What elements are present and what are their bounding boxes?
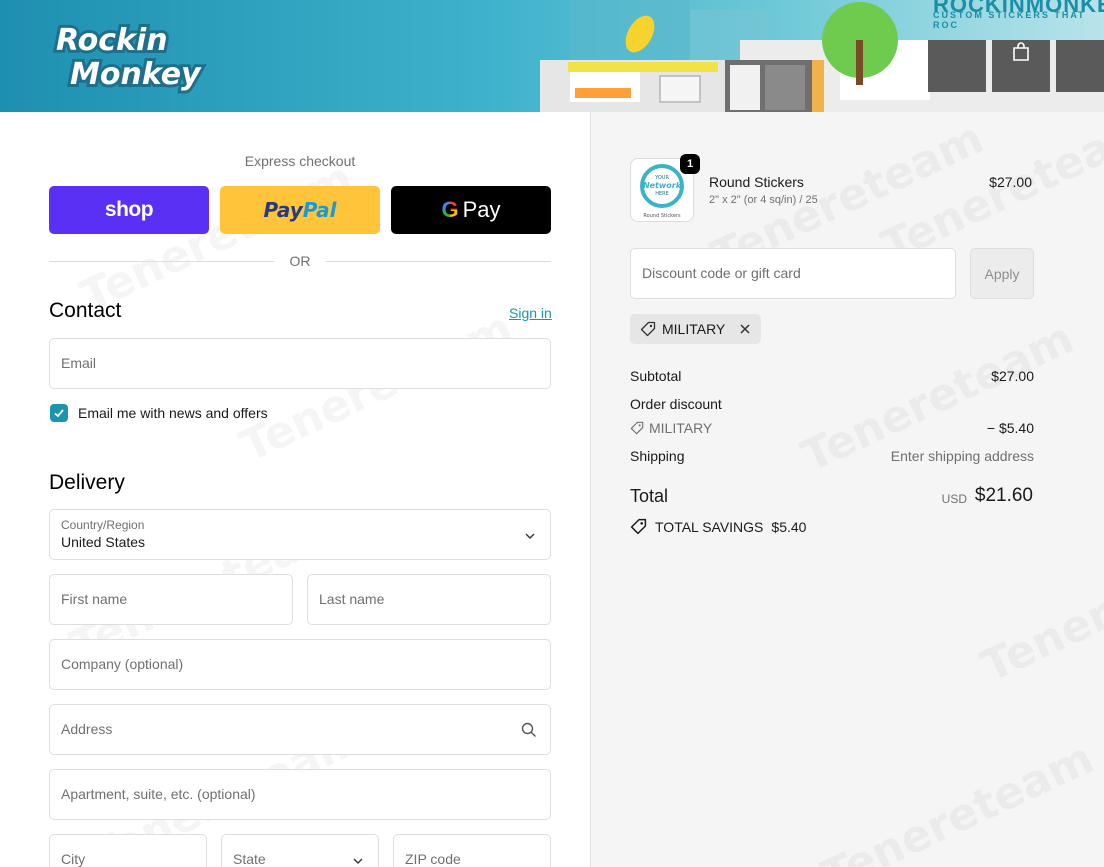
paypal-button[interactable]: PayPal (220, 186, 380, 234)
express-checkout-title: Express checkout (244, 153, 356, 169)
savings-tag-icon (630, 518, 647, 535)
first-name-placeholder: First name (61, 591, 128, 607)
company-field[interactable]: Company (optional) (49, 639, 551, 690)
rockin-monkey-logo[interactable]: Rockin Monkey (48, 12, 218, 94)
chevron-down-icon (525, 533, 535, 539)
sign-in-link[interactable]: Sign in (509, 305, 552, 321)
email-field[interactable]: Email (49, 338, 551, 389)
checkmark-icon (54, 409, 64, 418)
checkout-form: Tenereteam Tenereteam Tenereteam Teneret… (0, 112, 590, 867)
product-name: Round Stickers (709, 174, 804, 190)
subtotal-value: $27.00 (991, 368, 1034, 384)
search-icon[interactable] (521, 722, 537, 738)
state-placeholder: State (233, 851, 266, 867)
city-placeholder: City (61, 851, 86, 867)
product-variant: 2" x 2" (or 4 sq/in) / 25 (709, 194, 818, 206)
tag-icon (640, 321, 656, 337)
discount-code-field[interactable]: Discount code or gift card (630, 248, 956, 299)
shipping-value: Enter shipping address (890, 448, 1034, 464)
subtotal-row: Subtotal $27.00 (630, 368, 1034, 384)
order-discount-row: Order discount (630, 396, 1034, 412)
google-pay-logo: G Pay (441, 197, 501, 222)
contact-heading: Contact (49, 299, 122, 322)
email-placeholder: Email (61, 355, 97, 371)
last-name-field[interactable]: Last name (307, 574, 551, 625)
total-currency: USD (941, 492, 967, 506)
first-name-field[interactable]: First name (49, 574, 293, 625)
divider-right (325, 261, 551, 262)
google-pay-button[interactable]: G Pay (391, 186, 551, 234)
city-field[interactable]: City (49, 834, 207, 867)
savings-label: TOTAL SAVINGS (655, 518, 764, 535)
order-discount-label: Order discount (630, 396, 722, 412)
discount-code-tag: MILITARY (630, 420, 712, 436)
address-placeholder: Address (61, 721, 113, 737)
country-label: Country/Region (61, 518, 145, 532)
or-divider-label: OR (289, 253, 311, 269)
address-field[interactable]: Address (49, 704, 551, 755)
savings-value: $5.40 (771, 518, 807, 535)
total-savings: TOTAL SAVINGS $5.40 (630, 518, 806, 535)
svg-text:Monkey: Monkey (70, 57, 202, 92)
applied-discount-chip: MILITARY (630, 314, 762, 344)
chevron-down-icon (353, 858, 363, 864)
zip-field[interactable]: ZIP code (393, 834, 551, 867)
last-name-placeholder: Last name (319, 591, 385, 607)
shipping-label: Shipping (630, 448, 685, 464)
tag-icon (630, 421, 644, 435)
subtotal-label: Subtotal (630, 368, 682, 384)
svg-text:Round Stickers: Round Stickers (643, 213, 681, 219)
country-value: United States (61, 534, 146, 550)
divider-left (49, 261, 275, 262)
apartment-field[interactable]: Apartment, suite, etc. (optional) (49, 769, 551, 820)
product-price: $27.00 (989, 174, 1032, 190)
order-summary: Tenereteam Tenereteam Tenereteam Teneret… (590, 102, 1104, 867)
google-g-icon: G (441, 197, 459, 222)
zip-placeholder: ZIP code (405, 851, 461, 867)
shipping-row: Shipping Enter shipping address (630, 448, 1034, 464)
paypal-logo: PayPal (263, 198, 337, 222)
newsletter-label: Email me with news and offers (78, 405, 268, 421)
company-placeholder: Company (optional) (61, 656, 184, 672)
quantity-badge: 1 (680, 154, 700, 174)
discount-amount: − $5.40 (986, 420, 1034, 436)
discount-placeholder: Discount code or gift card (642, 265, 801, 281)
applied-discount-code: MILITARY (662, 321, 726, 337)
discount-detail-row: MILITARY − $5.40 (630, 420, 1034, 438)
shop-pay-button[interactable]: shop (49, 186, 209, 234)
delivery-heading: Delivery (49, 471, 125, 494)
remove-discount-icon[interactable] (739, 323, 751, 335)
shopping-bag-icon[interactable] (1012, 42, 1030, 62)
total-value: $21.60 (974, 485, 1033, 506)
brand-tagline: CUSTOM STICKERS THAT ROC (933, 10, 1086, 30)
shop-pay-label: shop (104, 198, 154, 221)
newsletter-checkbox[interactable] (50, 404, 68, 422)
total-label: Total (630, 486, 669, 506)
state-select[interactable]: State (221, 834, 379, 867)
country-select[interactable]: Country/Region United States (49, 509, 551, 560)
svg-text:HERE: HERE (655, 191, 669, 197)
apartment-placeholder: Apartment, suite, etc. (optional) (61, 786, 256, 802)
apply-discount-button[interactable]: Apply (970, 248, 1034, 299)
svg-text:Network: Network (643, 181, 682, 190)
svg-text:Rockin: Rockin (56, 23, 168, 58)
header-banner: Rockin Monkey ROCKINMONKEY CUSTOM STICKE… (0, 0, 1104, 112)
